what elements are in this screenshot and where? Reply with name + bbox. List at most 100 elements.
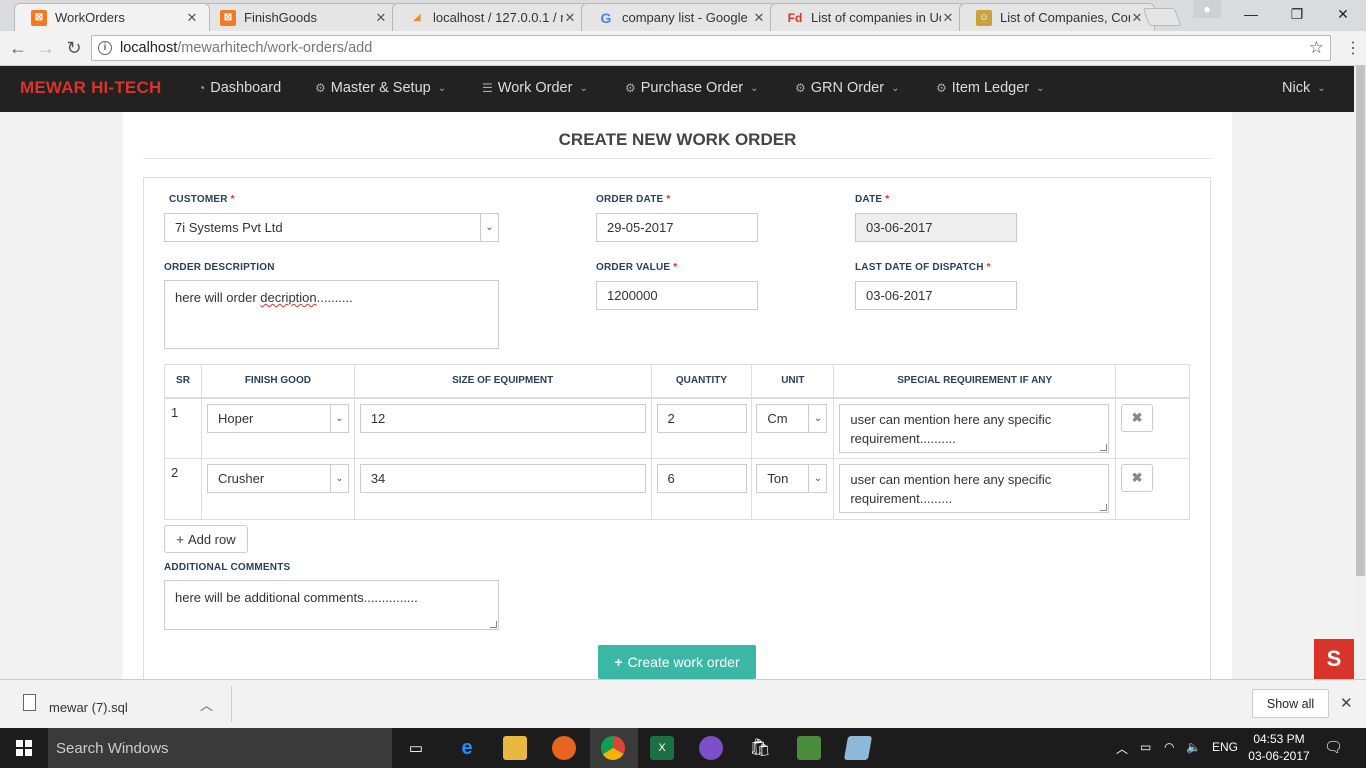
page-scrollbar-thumb[interactable] bbox=[1356, 66, 1365, 576]
row-sr: 1 bbox=[171, 404, 179, 420]
unit-select[interactable]: Cm ⌄ bbox=[756, 403, 828, 433]
size-input[interactable]: 12 bbox=[359, 403, 646, 433]
notifications-icon[interactable]: 🗨 bbox=[1324, 738, 1343, 756]
chevron-up-icon[interactable]: ︿ bbox=[1116, 740, 1128, 757]
order-description-textarea[interactable]: here will order decription.......... bbox=[164, 280, 499, 349]
resize-grip-icon[interactable] bbox=[1100, 443, 1108, 451]
excel-icon[interactable]: X bbox=[650, 736, 674, 760]
unit-select[interactable]: Ton ⌄ bbox=[756, 464, 828, 493]
close-icon[interactable]: ✕ bbox=[941, 10, 955, 26]
nav-user-menu[interactable]: Nick ⌄ bbox=[1282, 80, 1326, 96]
close-icon[interactable]: ✕ bbox=[563, 10, 577, 26]
chart-app-icon[interactable] bbox=[797, 736, 821, 760]
tab-finishgoods[interactable]: ⊠ FinishGoods ✕ bbox=[203, 3, 399, 31]
browser-menu-icon[interactable]: ⋮ bbox=[1345, 38, 1361, 58]
address-bar[interactable]: i localhost/mewarhitech/work-orders/add … bbox=[91, 35, 1331, 61]
tab-phpmyadmin[interactable]: ◢ localhost / 127.0.0.1 / m ✕ bbox=[392, 3, 588, 31]
app-icon[interactable] bbox=[699, 736, 723, 760]
brand-logo[interactable]: MEWAR HI-TECH bbox=[20, 78, 161, 98]
download-file-name[interactable]: mewar (7).sql bbox=[49, 700, 128, 715]
special-requirement-textarea[interactable]: user can mention here any specific requi… bbox=[839, 464, 1110, 513]
taskbar-search-input[interactable]: Search Windows bbox=[48, 728, 392, 768]
nav-dashboard[interactable]: ◔ Dashboard bbox=[198, 80, 281, 96]
show-all-button[interactable]: Show all bbox=[1252, 689, 1329, 718]
divider bbox=[231, 686, 232, 722]
notepad-icon[interactable] bbox=[843, 736, 873, 760]
remove-row-button[interactable]: ✖ bbox=[1121, 464, 1154, 492]
nav-item-ledger[interactable]: ⚙ Item Ledger ⌄ bbox=[936, 80, 1045, 96]
edge-icon[interactable]: e bbox=[455, 736, 479, 760]
google-icon: G bbox=[600, 9, 612, 26]
reload-icon[interactable]: ↻ bbox=[62, 36, 86, 60]
battery-icon[interactable]: ▭ bbox=[1140, 740, 1151, 754]
tab-workorders[interactable]: ⊠ WorkOrders ✕ bbox=[14, 3, 210, 31]
order-date-value: 29-05-2017 bbox=[607, 220, 674, 235]
browser-tabstrip: ⊠ WorkOrders ✕ ⊠ FinishGoods ✕ ◢ localho… bbox=[0, 0, 1366, 31]
nav-master-setup[interactable]: ⚙ Master & Setup ⌄ bbox=[315, 80, 446, 96]
chrome-icon[interactable] bbox=[601, 736, 625, 760]
tab-companies-udaipur[interactable]: Fd List of companies in Ud ✕ bbox=[770, 3, 966, 31]
volume-icon[interactable]: 🔈 bbox=[1186, 740, 1201, 754]
resize-grip-icon[interactable] bbox=[490, 621, 497, 628]
add-row-label: Add row bbox=[187, 531, 236, 547]
create-work-order-button[interactable]: + Create work order bbox=[598, 645, 756, 679]
finish-good-select[interactable]: Crusher ⌄ bbox=[206, 464, 349, 493]
tab-google[interactable]: G company list - Google S ✕ bbox=[581, 3, 777, 31]
language-indicator[interactable]: ENG bbox=[1212, 740, 1238, 754]
close-icon[interactable]: ✕ bbox=[185, 10, 199, 26]
download-shelf: mewar (7).sql ︿ Show all ✕ bbox=[0, 679, 1366, 728]
xampp-icon: ⊠ bbox=[31, 9, 47, 26]
order-value-field[interactable]: 1200000 bbox=[596, 281, 758, 310]
new-tab-button[interactable] bbox=[1142, 8, 1182, 26]
row-sr: 2 bbox=[171, 465, 179, 480]
close-icon[interactable]: ✕ bbox=[374, 10, 388, 26]
chevron-up-icon[interactable]: ︿ bbox=[200, 695, 213, 714]
plus-icon: + bbox=[614, 654, 623, 670]
remove-row-button[interactable]: ✖ bbox=[1121, 403, 1154, 432]
special-requirement-textarea[interactable]: user can mention here any specific requi… bbox=[839, 403, 1110, 453]
minimize-icon[interactable]: — bbox=[1228, 0, 1274, 28]
additional-comments-textarea[interactable]: here will be additional comments........… bbox=[164, 580, 499, 630]
bookmark-star-icon[interactable]: ☆ bbox=[1309, 38, 1324, 58]
chevron-down-icon: ⌄ bbox=[1317, 82, 1326, 94]
resize-grip-icon[interactable] bbox=[1100, 504, 1108, 511]
chevron-down-icon: ⌄ bbox=[579, 82, 588, 94]
close-icon[interactable]: ✕ bbox=[752, 10, 766, 26]
window-close-icon[interactable]: ✕ bbox=[1320, 0, 1366, 28]
order-date-field[interactable]: 29-05-2017 bbox=[596, 213, 758, 242]
file-explorer-icon[interactable] bbox=[503, 736, 527, 760]
description-dots: .......... bbox=[316, 290, 353, 305]
unit-value: Ton bbox=[767, 471, 789, 486]
description-text: here will order bbox=[175, 290, 261, 305]
size-input[interactable]: 34 bbox=[359, 464, 646, 493]
taskbar-clock[interactable]: 04:53 PM 03-06-2017 bbox=[1244, 731, 1314, 765]
customer-select[interactable]: 7i Systems Pvt Ltd ⌄ bbox=[164, 213, 499, 242]
customer-value: 7i Systems Pvt Ltd bbox=[175, 220, 283, 235]
finish-good-select[interactable]: Hoper ⌄ bbox=[206, 403, 349, 433]
close-icon[interactable]: ✕ bbox=[1340, 694, 1353, 712]
add-row-button[interactable]: + Add row bbox=[164, 525, 248, 553]
list-icon: ☰ bbox=[482, 81, 493, 95]
wifi-icon[interactable]: ◠ bbox=[1164, 740, 1174, 754]
quantity-input[interactable]: 2 bbox=[656, 403, 747, 433]
tab-companies-list[interactable]: ☺ List of Companies, Com ✕ bbox=[959, 3, 1155, 31]
nav-purchase-order[interactable]: ⚙ Purchase Order ⌄ bbox=[625, 80, 759, 96]
dispatch-date-field[interactable]: 03-06-2017 bbox=[855, 281, 1017, 310]
back-icon[interactable]: ← bbox=[6, 36, 30, 60]
info-icon[interactable]: i bbox=[98, 41, 112, 55]
forward-icon[interactable]: → bbox=[34, 36, 58, 60]
quantity-input[interactable]: 6 bbox=[656, 464, 747, 493]
support-widget-icon[interactable]: S bbox=[1314, 639, 1354, 679]
nav-grn-order[interactable]: ⚙ GRN Order ⌄ bbox=[795, 80, 899, 96]
profile-icon[interactable]: ● bbox=[1193, 0, 1221, 18]
task-view-icon[interactable]: ▭ bbox=[404, 736, 428, 760]
nav-work-order[interactable]: ☰ Work Order ⌄ bbox=[482, 80, 588, 96]
windows-start-button[interactable] bbox=[0, 728, 48, 768]
firefox-icon[interactable] bbox=[552, 736, 576, 760]
finish-good-value: Hoper bbox=[217, 410, 254, 426]
store-icon[interactable]: 🛍 bbox=[748, 736, 772, 760]
close-icon[interactable]: ✕ bbox=[1130, 10, 1144, 26]
column-header-size: SIZE OF EQUIPMENT bbox=[353, 364, 652, 399]
xampp-icon: ⊠ bbox=[220, 9, 236, 26]
maximize-icon[interactable]: ❐ bbox=[1274, 0, 1320, 28]
